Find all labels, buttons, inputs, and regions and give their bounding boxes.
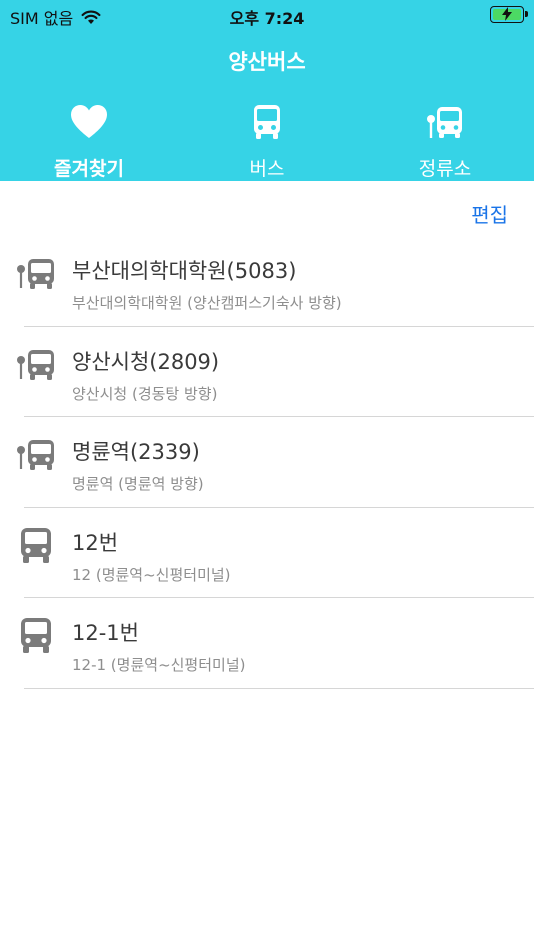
bus-icon bbox=[254, 105, 280, 139]
list-item[interactable]: 명륜역(2339) 명륜역 (명륜역 방향) bbox=[0, 417, 534, 508]
list-item[interactable]: 양산시청(2809) 양산시청 (경동탕 방향) bbox=[0, 327, 534, 417]
app-header: SIM 없음 오후 7:24 양산버스 즐겨찾기 버스 정류소 bbox=[0, 0, 534, 181]
item-title: 12번 bbox=[72, 530, 119, 555]
item-title: 명륜역(2339) bbox=[72, 440, 200, 464]
bus-stop-icon bbox=[17, 440, 54, 470]
item-subtitle: 명륜역 (명륜역 방향) bbox=[72, 475, 204, 493]
status-bar: SIM 없음 오후 7:24 bbox=[0, 0, 534, 30]
bus-stop-icon bbox=[17, 349, 54, 380]
status-time: 오후 7:24 bbox=[229, 9, 305, 28]
bus-stop-icon bbox=[17, 259, 54, 289]
edit-button[interactable]: 편집 bbox=[471, 199, 508, 228]
tab-favorites-label: 즐겨찾기 bbox=[54, 158, 124, 180]
item-title: 12-1번 bbox=[72, 621, 139, 645]
heart-icon bbox=[71, 105, 107, 138]
list-item[interactable]: 12-1번 12-1 (명륜역~신평터미널) bbox=[0, 598, 534, 689]
tab-bus[interactable]: 버스 bbox=[178, 104, 356, 181]
bus-stop-icon bbox=[427, 107, 462, 138]
tab-bus-stop[interactable]: 정류소 bbox=[356, 104, 534, 181]
list-item[interactable]: 12번 12 (명륜역~신평터미널) bbox=[0, 508, 534, 598]
bus-icon bbox=[21, 527, 51, 563]
item-title: 부산대의학대학원(5083) bbox=[72, 259, 297, 283]
item-title: 양산시청(2809) bbox=[72, 349, 220, 374]
list-item[interactable]: 부산대의학대학원(5083) 부산대의학대학원 (양산캠퍼스기숙사 방향) bbox=[0, 236, 534, 327]
bus-icon bbox=[21, 618, 51, 653]
item-subtitle: 양산시청 (경동탕 방향) bbox=[72, 384, 218, 403]
item-subtitle: 12-1 (명륜역~신평터미널) bbox=[72, 656, 246, 674]
tab-favorites[interactable]: 즐겨찾기 bbox=[0, 104, 178, 181]
favorites-list: 부산대의학대학원(5083) 부산대의학대학원 (양산캠퍼스기숙사 방향) 양산… bbox=[0, 236, 534, 689]
battery-icon bbox=[490, 6, 528, 23]
item-subtitle: 12 (명륜역~신평터미널) bbox=[72, 565, 231, 584]
tab-bus-label: 버스 bbox=[249, 158, 285, 180]
divider bbox=[24, 687, 534, 689]
tab-bus-stop-label: 정류소 bbox=[418, 158, 472, 180]
item-subtitle: 부산대의학대학원 (양산캠퍼스기숙사 방향) bbox=[72, 294, 342, 312]
page-title: 양산버스 bbox=[228, 50, 306, 74]
